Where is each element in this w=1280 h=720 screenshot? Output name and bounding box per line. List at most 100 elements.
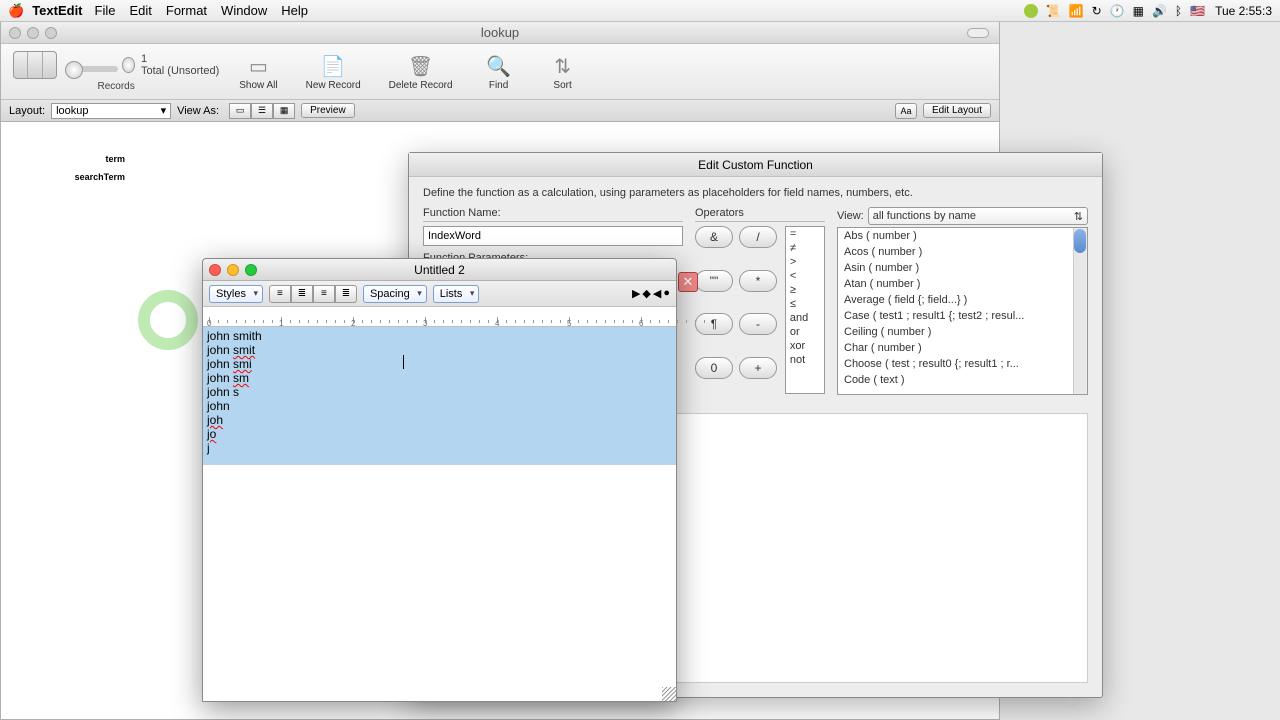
- fm-toolbar: 1 Total (Unsorted) Records ▭ Show All 📄 …: [1, 44, 999, 100]
- align-justify-button[interactable]: ≣: [335, 285, 357, 303]
- nav-diamond-icon[interactable]: ◆: [642, 287, 650, 300]
- new-record-icon: 📄: [315, 52, 351, 80]
- function-name-input[interactable]: [423, 226, 683, 246]
- zoom-icon[interactable]: [245, 264, 257, 276]
- minimize-icon[interactable]: [27, 27, 39, 39]
- records-label: Records: [98, 81, 135, 92]
- zoom-icon[interactable]: [45, 27, 57, 39]
- operator-list[interactable]: =≠ >< ≥≤ andor xornot: [785, 226, 825, 394]
- ruler[interactable]: 0123456: [203, 307, 676, 327]
- wifi-icon[interactable]: 📶: [1069, 4, 1084, 18]
- text-line: john sm: [207, 371, 672, 385]
- op-div-button[interactable]: /: [739, 226, 777, 248]
- layout-select[interactable]: lookup▾: [51, 103, 171, 119]
- sort-button[interactable]: ⇅ Sort: [545, 52, 581, 91]
- op-amp-button[interactable]: &: [695, 226, 733, 248]
- te-toolbar: Styles ≡ ≣ ≡ ≣ Spacing Lists ▶ ◆ ◀ ●: [203, 281, 676, 307]
- new-record-button[interactable]: 📄 New Record: [306, 52, 361, 91]
- field-label-searchterm: searchTerm: [15, 172, 125, 182]
- align-left-button[interactable]: ≡: [269, 285, 291, 303]
- delete-record-button[interactable]: 🗑 Delete Record: [389, 52, 453, 91]
- spacing-dropdown[interactable]: Spacing: [363, 285, 427, 303]
- menu-edit[interactable]: Edit: [129, 3, 151, 18]
- op-mult-button[interactable]: *: [739, 270, 777, 292]
- te-document-body[interactable]: john smithjohn smitjohn smijohn smjohn s…: [203, 327, 676, 701]
- record-nav-book[interactable]: [13, 51, 57, 79]
- text-line: john smit: [207, 343, 672, 357]
- op-para-button[interactable]: ¶: [695, 313, 733, 335]
- bluetooth-icon[interactable]: ᛒ: [1175, 4, 1182, 18]
- function-list-scrollbar[interactable]: [1073, 228, 1087, 394]
- minimize-icon[interactable]: [227, 264, 239, 276]
- record-total: Total (Unsorted): [141, 65, 219, 77]
- show-all-button[interactable]: ▭ Show All: [239, 52, 277, 91]
- fm-window-title: lookup: [481, 25, 519, 40]
- te-window-title: Untitled 2: [414, 263, 465, 277]
- scripts-icon[interactable]: 📜: [1046, 4, 1061, 18]
- edit-layout-button[interactable]: Edit Layout: [923, 103, 991, 118]
- sync-icon[interactable]: ↻: [1092, 4, 1102, 18]
- apple-icon[interactable]: 🍎: [8, 3, 24, 19]
- field-label-term: term: [15, 154, 125, 164]
- menu-help[interactable]: Help: [281, 3, 308, 18]
- styles-dropdown[interactable]: Styles: [209, 285, 263, 303]
- operators-label: Operators: [695, 207, 825, 219]
- slider-knob-icon[interactable]: [122, 57, 135, 73]
- align-right-button[interactable]: ≡: [313, 285, 335, 303]
- text-line: john: [207, 399, 672, 413]
- grid-icon[interactable]: ▦: [1133, 4, 1144, 18]
- operator-buttons: & / "" * ¶ - 0 +: [695, 226, 781, 394]
- align-center-button[interactable]: ≣: [291, 285, 313, 303]
- text-line: joh: [207, 413, 672, 427]
- ecf-title: Edit Custom Function: [409, 153, 1102, 177]
- close-icon[interactable]: [209, 264, 221, 276]
- status-dot-icon[interactable]: [1024, 4, 1038, 18]
- flag-icon[interactable]: 🇺🇸: [1190, 4, 1205, 18]
- fm-layoutbar: Layout: lookup▾ View As: ▭ ☰ ▦ Preview A…: [1, 100, 999, 122]
- function-name-label: Function Name:: [423, 207, 683, 219]
- view-list-button[interactable]: ☰: [251, 103, 273, 119]
- ecf-description: Define the function as a calculation, us…: [423, 187, 1088, 199]
- find-icon: 🔍: [481, 52, 517, 80]
- delete-record-icon: 🗑: [403, 52, 439, 80]
- resize-handle[interactable]: [662, 687, 676, 701]
- timemachine-icon[interactable]: 🕐: [1110, 4, 1125, 18]
- close-icon[interactable]: [9, 27, 21, 39]
- layout-label: Layout:: [9, 105, 45, 117]
- text-line: john s: [207, 385, 672, 399]
- op-plus-button[interactable]: +: [739, 357, 777, 379]
- te-titlebar[interactable]: Untitled 2: [203, 259, 676, 281]
- preview-button[interactable]: Preview: [301, 103, 355, 118]
- text-cursor: [403, 355, 404, 369]
- show-all-icon: ▭: [240, 52, 276, 80]
- clock[interactable]: Tue 2:55:3: [1215, 4, 1272, 18]
- view-select[interactable]: all functions by name⇅: [868, 207, 1088, 225]
- view-as-label: View As:: [177, 105, 219, 117]
- record-slider[interactable]: [65, 66, 118, 72]
- textedit-window: Untitled 2 Styles ≡ ≣ ≡ ≣ Spacing Lists …: [202, 258, 677, 702]
- format-aa-button[interactable]: Aa: [895, 103, 917, 119]
- menu-window[interactable]: Window: [221, 3, 267, 18]
- toolbar-toggle-icon[interactable]: [967, 28, 989, 38]
- close-x-button[interactable]: ✕: [678, 272, 698, 292]
- menu-format[interactable]: Format: [166, 3, 207, 18]
- volume-icon[interactable]: 🔊: [1152, 4, 1167, 18]
- op-paren-button[interactable]: 0: [695, 357, 733, 379]
- op-quote-button[interactable]: "": [695, 270, 733, 292]
- record-number: 1: [141, 53, 219, 65]
- app-name[interactable]: TextEdit: [32, 3, 82, 18]
- menu-file[interactable]: File: [95, 3, 116, 18]
- view-label: View:: [837, 210, 864, 222]
- fm-titlebar[interactable]: lookup: [1, 22, 999, 44]
- function-list[interactable]: Abs ( number )Acos ( number ) Asin ( num…: [837, 227, 1088, 395]
- nav-back-icon[interactable]: ◀: [653, 287, 661, 300]
- op-minus-button[interactable]: -: [739, 313, 777, 335]
- view-table-button[interactable]: ▦: [273, 103, 295, 119]
- lists-dropdown[interactable]: Lists: [433, 285, 480, 303]
- annotation-circle: [138, 290, 198, 350]
- text-line: john smi: [207, 357, 672, 371]
- view-form-button[interactable]: ▭: [229, 103, 251, 119]
- find-button[interactable]: 🔍 Find: [481, 52, 517, 91]
- nav-stop-icon[interactable]: ●: [663, 287, 670, 300]
- nav-play-icon[interactable]: ▶: [632, 287, 640, 300]
